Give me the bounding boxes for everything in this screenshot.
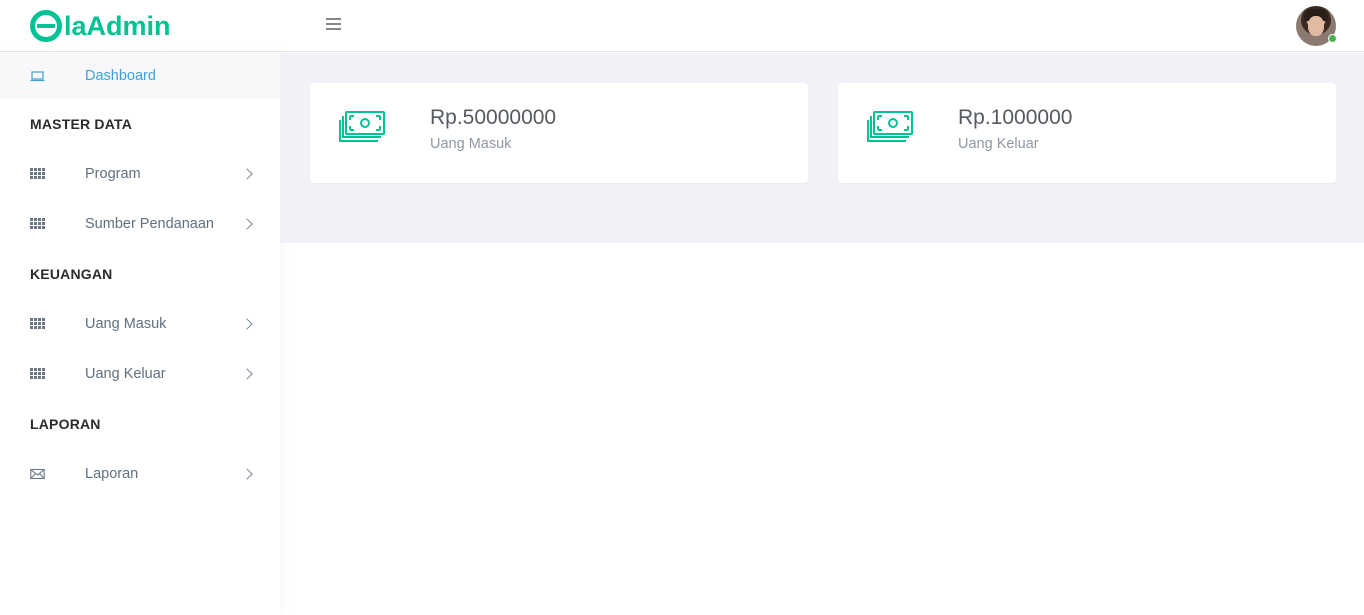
logo[interactable]: laAdmin <box>30 8 171 44</box>
sidebar-item-label: Program <box>85 166 141 182</box>
stat-value: Rp.50000000 <box>430 106 557 129</box>
sidebar-item-laporan[interactable]: Laporan <box>0 451 280 497</box>
money-icon <box>867 111 913 142</box>
chevron-right-icon <box>241 368 253 380</box>
chevron-right-icon <box>241 218 253 230</box>
sidebar-item-program[interactable]: Program <box>0 151 280 197</box>
stat-label: Uang Masuk <box>430 136 512 152</box>
sidebar-item-uang-masuk[interactable]: Uang Masuk <box>0 301 280 347</box>
section-title-master-data: MASTER DATA <box>30 116 133 132</box>
chevron-right-icon <box>241 318 253 330</box>
sidebar: Dashboard MASTER DATA Program Sumber Pen… <box>0 53 280 615</box>
stat-card-uang-masuk: Rp.50000000 Uang Masuk <box>310 83 808 183</box>
stat-value: Rp.1000000 <box>958 106 1073 129</box>
grid-icon <box>30 168 45 180</box>
sidebar-item-label: Uang Masuk <box>85 316 167 332</box>
grid-icon <box>30 218 45 230</box>
sidebar-item-uang-keluar[interactable]: Uang Keluar <box>0 351 280 397</box>
logo-mark <box>30 10 62 42</box>
logo-text: laAdmin <box>64 10 171 41</box>
section-title-keuangan: KEUANGAN <box>30 266 113 282</box>
section-title-laporan: LAPORAN <box>30 416 101 432</box>
envelope-icon <box>30 468 45 480</box>
hamburger-icon[interactable] <box>326 18 341 31</box>
sidebar-item-sumber-pendanaan[interactable]: Sumber Pendanaan <box>0 201 280 247</box>
grid-icon <box>30 368 45 380</box>
chevron-right-icon <box>241 168 253 180</box>
sidebar-item-label: Laporan <box>85 466 139 482</box>
online-status-dot <box>1328 34 1337 43</box>
laptop-icon <box>30 71 45 82</box>
stat-label: Uang Keluar <box>958 136 1039 152</box>
chevron-right-icon <box>241 468 253 480</box>
sidebar-item-label: Uang Keluar <box>85 366 166 382</box>
sidebar-item-label: Sumber Pendanaan <box>85 216 214 232</box>
grid-icon <box>30 318 45 330</box>
top-header: laAdmin <box>0 0 1364 52</box>
avatar[interactable] <box>1296 6 1337 46</box>
stat-card-uang-keluar: Rp.1000000 Uang Keluar <box>838 83 1336 183</box>
sidebar-item-dashboard[interactable]: Dashboard <box>0 53 280 99</box>
money-icon <box>339 111 385 142</box>
sidebar-item-label: Dashboard <box>85 68 156 84</box>
